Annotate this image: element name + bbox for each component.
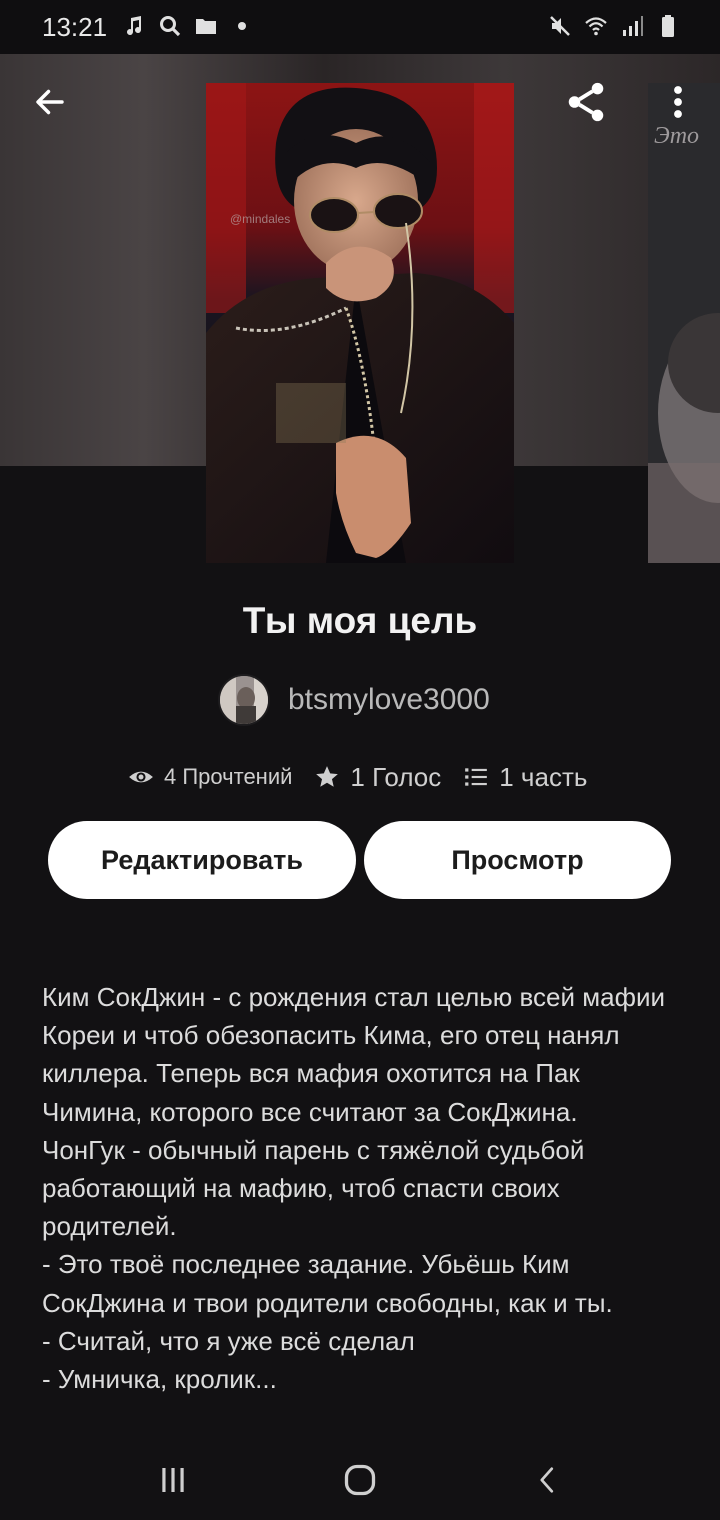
home-icon — [344, 1464, 376, 1496]
avatar-image — [220, 676, 268, 724]
recent-apps-button[interactable] — [143, 1456, 203, 1504]
cover-watermark: @mindales — [230, 212, 290, 226]
dot-icon — [238, 22, 246, 30]
recent-apps-icon — [162, 1468, 184, 1492]
system-navbar — [0, 1440, 720, 1520]
status-time: 13:21 — [42, 12, 108, 42]
author-name[interactable]: btsmylove3000 — [288, 683, 490, 717]
list-icon — [465, 768, 488, 786]
system-back-button[interactable] — [518, 1456, 578, 1504]
more-vertical-icon — [674, 86, 682, 118]
next-cover-illustration: Это — [648, 83, 720, 563]
signal-icon — [623, 16, 643, 36]
back-chevron-icon — [540, 1467, 554, 1493]
wifi-icon — [585, 17, 607, 36]
votes-count: 1 Голос — [350, 761, 442, 792]
folder-icon — [196, 19, 216, 34]
music-note-icon — [127, 16, 142, 36]
mute-icon — [550, 16, 570, 36]
status-bar: 13:21 — [0, 0, 720, 54]
parts-count: 1 часть — [499, 761, 588, 792]
search-icon — [160, 16, 181, 37]
more-options-button[interactable] — [648, 72, 708, 132]
story-cover[interactable]: @mindales — [206, 83, 514, 563]
preview-button[interactable]: Просмотр — [364, 821, 671, 899]
share-icon — [568, 82, 604, 122]
parts-stat: 1 часть — [463, 762, 587, 793]
edit-button[interactable]: Редактировать — [48, 821, 356, 899]
star-icon — [316, 766, 339, 787]
share-button[interactable] — [556, 72, 616, 132]
cover-illustration: @mindales — [206, 83, 514, 563]
author-link[interactable]: btsmylove3000 — [218, 674, 490, 726]
arrow-left-icon — [36, 89, 64, 115]
home-button[interactable] — [330, 1456, 390, 1504]
reads-stat: 4 Прочтений — [128, 764, 292, 790]
story-title: Ты моя цель — [242, 600, 478, 641]
back-button[interactable] — [20, 72, 80, 132]
reads-count: 4 Прочтений — [164, 764, 293, 789]
author-avatar[interactable] — [218, 674, 270, 726]
status-right-icons — [548, 14, 680, 38]
story-description: Ким СокДжин - с рождения стал целью всей… — [42, 982, 666, 1395]
eye-icon — [129, 771, 153, 783]
story-stats: 4 Прочтений 1 Голос 1 часть — [128, 758, 587, 796]
status-left-icons — [122, 14, 254, 38]
battery-icon — [662, 15, 674, 37]
votes-stat: 1 Голос — [314, 762, 441, 793]
next-cover-preview[interactable]: Это — [648, 83, 720, 563]
